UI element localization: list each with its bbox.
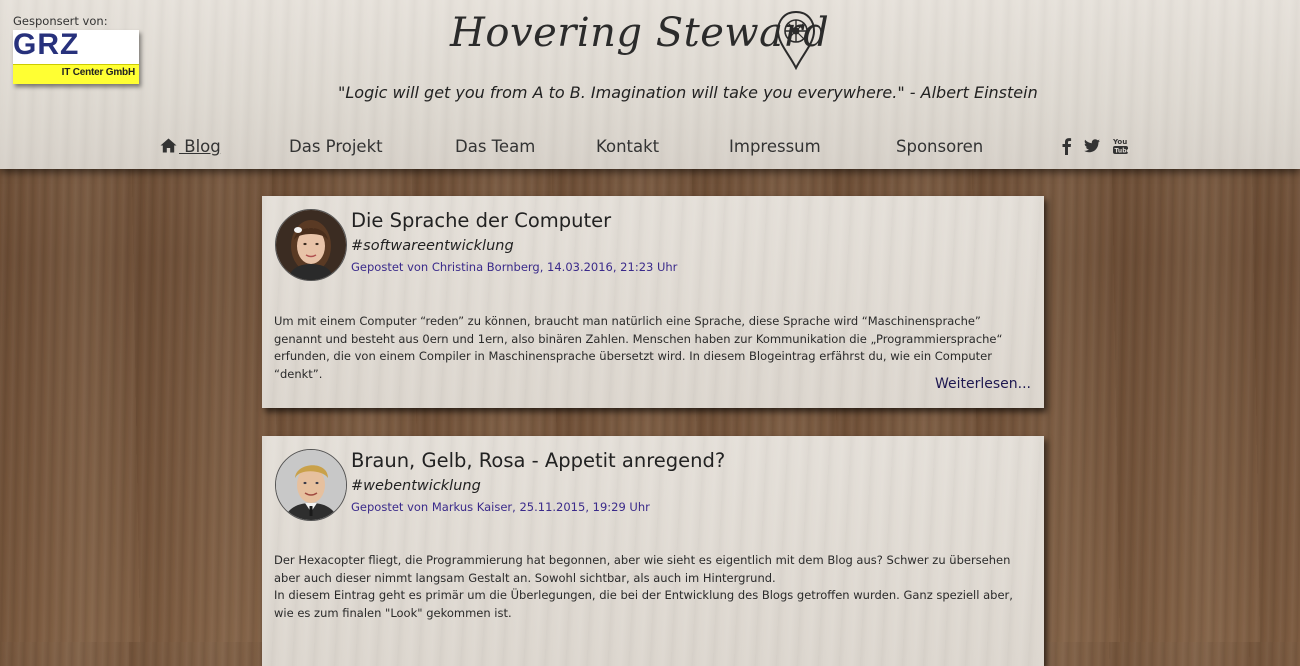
sponsor-logo[interactable]: GRZ IT Center GmbH bbox=[13, 28, 139, 84]
sponsor-label: Gesponsert von: bbox=[13, 14, 108, 28]
home-icon bbox=[160, 138, 177, 153]
site-quote: "Logic will get you from A to B. Imagina… bbox=[338, 83, 1038, 102]
post-excerpt-paragraph: In diesem Eintrag geht es primär um die … bbox=[274, 588, 1013, 620]
svg-text:Tube: Tube bbox=[1115, 148, 1131, 155]
post-title[interactable]: Braun, Gelb, Rosa - Appetit anregend? bbox=[351, 449, 725, 472]
nav-item-das-team[interactable]: Das Team bbox=[455, 137, 535, 156]
post-excerpt-paragraph: Der Hexacopter fliegt, die Programmierun… bbox=[274, 553, 1011, 585]
blog-post-card: Braun, Gelb, Rosa - Appetit anregend? #w… bbox=[262, 436, 1044, 666]
site-title[interactable]: Hovering Steward bbox=[450, 10, 829, 56]
read-more-link[interactable]: Weiterlesen... bbox=[935, 376, 1031, 392]
sponsor-logo-subtitle: IT Center GmbH bbox=[61, 67, 136, 78]
sponsor-logo-text: GRZ bbox=[13, 28, 80, 61]
post-excerpt: Um mit einem Computer “reden” zu können,… bbox=[274, 314, 1003, 381]
post-tag[interactable]: #webentwicklung bbox=[351, 478, 481, 494]
youtube-icon[interactable]: You Tube bbox=[1112, 137, 1130, 155]
post-meta: Gepostet von Markus Kaiser, 25.11.2015, … bbox=[351, 500, 650, 514]
author-avatar bbox=[275, 209, 347, 281]
nav-item-sponsoren[interactable]: Sponsoren bbox=[896, 137, 983, 156]
nav-item-label: Blog bbox=[179, 137, 221, 156]
author-photo-christina bbox=[276, 210, 346, 280]
twitter-icon[interactable] bbox=[1083, 137, 1101, 155]
nav-item-kontakt[interactable]: Kontakt bbox=[596, 137, 659, 156]
facebook-icon[interactable] bbox=[1058, 137, 1076, 155]
author-photo-markus bbox=[276, 450, 346, 520]
nav-item-impressum[interactable]: Impressum bbox=[729, 137, 821, 156]
svg-text:You: You bbox=[1112, 138, 1127, 146]
post-tag[interactable]: #softwareentwicklung bbox=[351, 238, 514, 254]
nav-item-blog[interactable]: Blog bbox=[160, 137, 221, 156]
author-avatar bbox=[275, 449, 347, 521]
map-pin-icon bbox=[776, 10, 816, 70]
post-meta: Gepostet von Christina Bornberg, 14.03.2… bbox=[351, 260, 678, 274]
post-title[interactable]: Die Sprache der Computer bbox=[351, 209, 611, 232]
blog-post-card: Die Sprache der Computer #softwareentwic… bbox=[262, 196, 1044, 408]
site-header: Gesponsert von: GRZ IT Center GmbH Hover… bbox=[0, 0, 1300, 169]
nav-item-das-projekt[interactable]: Das Projekt bbox=[289, 137, 383, 156]
sponsor-logo-bar: IT Center GmbH bbox=[13, 64, 139, 84]
post-excerpt: Der Hexacopter fliegt, die Programmierun… bbox=[274, 552, 1032, 622]
